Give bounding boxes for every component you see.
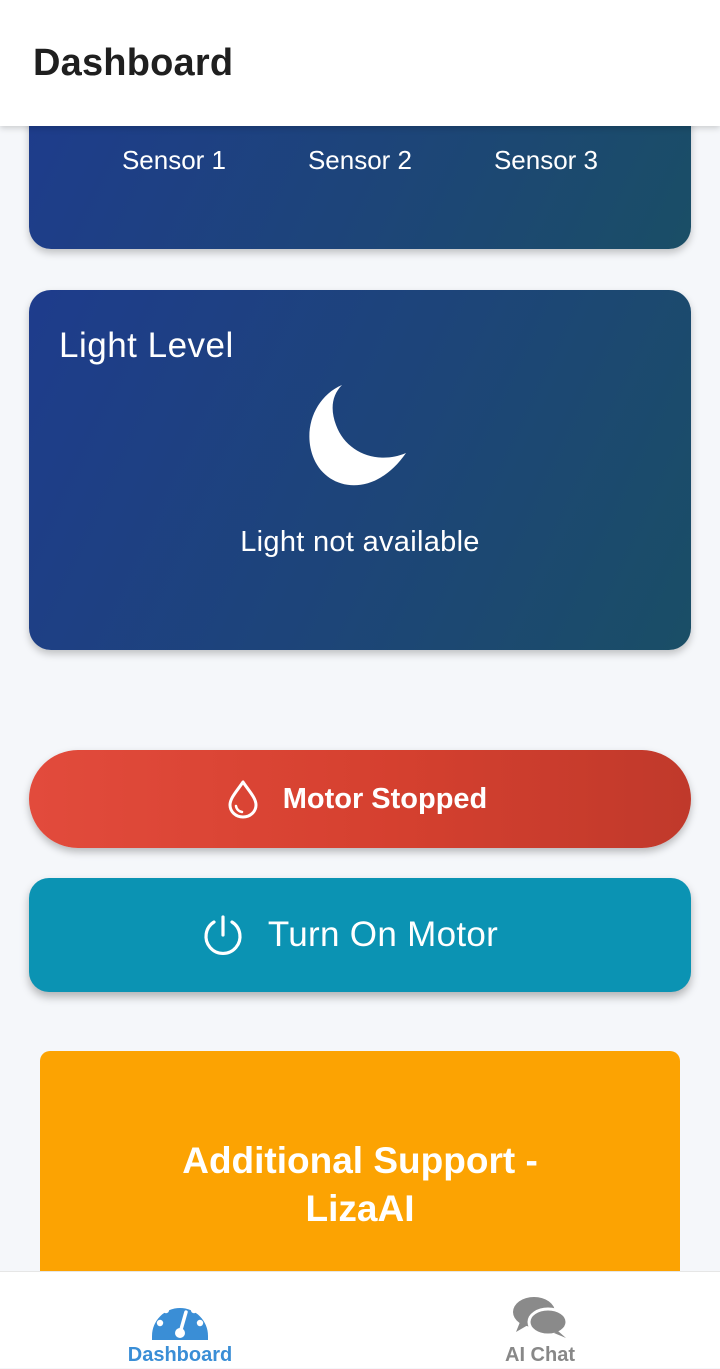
motor-status-label: Motor Stopped <box>282 782 488 815</box>
nav-item-dashboard[interactable]: Dashboard <box>0 1272 360 1369</box>
sensor-tabs: Sensor 1 Sensor 2 Sensor 3 <box>29 145 691 176</box>
dashboard-content: Sensor 1 Sensor 2 Sensor 3 Light Level L… <box>0 0 720 1368</box>
page-title: Dashboard <box>33 42 234 84</box>
light-status-text: Light not available <box>240 526 480 558</box>
light-level-card: Light Level Light not available <box>29 290 691 650</box>
power-icon <box>204 915 242 956</box>
additional-support-button[interactable]: Additional Support - LizaAI <box>40 1051 680 1291</box>
light-level-title: Light Level <box>59 326 234 365</box>
sensor-3-label[interactable]: Sensor 3 <box>494 145 598 176</box>
turn-on-motor-label: Turn On Motor <box>267 915 499 954</box>
nav-item-ai-chat[interactable]: AI Chat <box>360 1272 720 1369</box>
water-drop-icon <box>228 780 258 819</box>
app-bar: Dashboard <box>0 0 720 126</box>
nav-label-dashboard: Dashboard <box>127 1344 233 1366</box>
moon-icon <box>309 385 406 486</box>
turn-on-motor-button[interactable]: Turn On Motor <box>29 878 691 992</box>
nav-label-ai-chat: AI Chat <box>505 1344 575 1366</box>
chat-bubbles-icon <box>513 1297 569 1338</box>
motor-status-indicator: Motor Stopped <box>29 750 691 848</box>
bottom-navigation: Dashboard AI Chat <box>0 1271 720 1368</box>
sensor-2-label[interactable]: Sensor 2 <box>308 145 412 176</box>
additional-support-label: Additional Support - LizaAI <box>182 1140 538 1229</box>
speedometer-icon <box>152 1300 208 1340</box>
sensor-1-label[interactable]: Sensor 1 <box>122 145 226 176</box>
